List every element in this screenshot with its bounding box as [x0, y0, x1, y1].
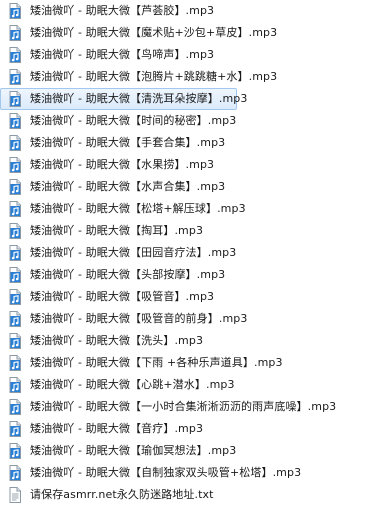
audio-file-icon — [9, 465, 21, 481]
file-row[interactable]: 请保存asmrr.net永久防迷路地址.txt — [0, 484, 367, 506]
file-name: 矮油微吖 - 助眠大微【自制独家双头吸管+松塔】.mp3 — [30, 466, 302, 479]
file-row[interactable]: 矮油微吖 - 助眠大微【掏耳】.mp3 — [0, 220, 367, 242]
audio-file-icon — [9, 47, 21, 63]
file-name: 矮油微吖 - 助眠大微【水声合集】.mp3 — [30, 180, 226, 193]
file-name: 矮油微吖 - 助眠大微【音疗】.mp3 — [30, 422, 204, 435]
audio-file-icon — [9, 91, 21, 107]
file-row[interactable]: 矮油微吖 - 助眠大微【芦荟胶】.mp3 — [0, 0, 367, 22]
file-row[interactable]: 矮油微吖 - 助眠大微【洗头】.mp3 — [0, 330, 367, 352]
audio-file-icon — [9, 69, 21, 85]
audio-file-icon — [9, 157, 21, 173]
file-row[interactable]: 矮油微吖 - 助眠大微【瑜伽冥想法】.mp3 — [0, 440, 367, 462]
file-row[interactable]: 矮油微吖 - 助眠大微【手套合集】.mp3 — [0, 132, 367, 154]
file-name: 矮油微吖 - 助眠大微【吸管音】.mp3 — [30, 290, 215, 303]
file-name: 矮油微吖 - 助眠大微【头部按摩】.mp3 — [30, 268, 226, 281]
file-row[interactable]: 矮油微吖 - 助眠大微【水果捞】.mp3 — [0, 154, 367, 176]
file-name: 矮油微吖 - 助眠大微【下雨 +各种乐声道具】.mp3 — [30, 356, 283, 369]
audio-file-icon — [9, 377, 21, 393]
audio-file-icon — [9, 113, 21, 129]
file-name: 矮油微吖 - 助眠大微【掏耳】.mp3 — [30, 224, 204, 237]
file-name: 矮油微吖 - 助眠大微【泡腾片+跳跳糖+水】.mp3 — [30, 70, 278, 83]
audio-file-icon — [9, 355, 21, 371]
file-list: 矮油微吖 - 助眠大微【芦荟胶】.mp3 矮油微吖 - 助眠大微【魔术贴+沙包+… — [0, 0, 367, 503]
audio-file-icon — [9, 333, 21, 349]
file-row[interactable]: 矮油微吖 - 助眠大微【松塔+解压球】.mp3 — [0, 198, 367, 220]
file-name: 矮油微吖 - 助眠大微【清洗耳朵按摩】.mp3 — [30, 92, 248, 105]
file-row[interactable]: 矮油微吖 - 助眠大微【魔术贴+沙包+草皮】.mp3 — [0, 22, 367, 44]
file-name: 矮油微吖 - 助眠大微【洗头】.mp3 — [30, 334, 204, 347]
file-row[interactable]: 矮油微吖 - 助眠大微【田园音疗法】.mp3 — [0, 242, 367, 264]
file-row[interactable]: 矮油微吖 - 助眠大微【心跳+潜水】.mp3 — [0, 374, 367, 396]
file-name: 矮油微吖 - 助眠大微【水果捞】.mp3 — [30, 158, 215, 171]
audio-file-icon — [9, 245, 21, 261]
audio-file-icon — [9, 267, 21, 283]
audio-file-icon — [9, 289, 21, 305]
file-row[interactable]: 矮油微吖 - 助眠大微【吸管音的前身】.mp3 — [0, 308, 367, 330]
audio-file-icon — [9, 443, 21, 459]
audio-file-icon — [9, 421, 21, 437]
audio-file-icon — [9, 311, 21, 327]
file-name: 请保存asmrr.net永久防迷路地址.txt — [30, 488, 214, 501]
file-name: 矮油微吖 - 助眠大微【时间的秘密】.mp3 — [30, 114, 237, 127]
text-file-icon — [9, 487, 21, 503]
audio-file-icon — [9, 223, 21, 239]
file-name: 矮油微吖 - 助眠大微【心跳+潜水】.mp3 — [30, 378, 235, 391]
audio-file-icon — [9, 201, 21, 217]
file-name: 矮油微吖 - 助眠大微【芦荟胶】.mp3 — [30, 4, 215, 17]
file-row[interactable]: 矮油微吖 - 助眠大微【鸟啼声】.mp3 — [0, 44, 367, 66]
audio-file-icon — [9, 135, 21, 151]
file-name: 矮油微吖 - 助眠大微【田园音疗法】.mp3 — [30, 246, 237, 259]
file-row[interactable]: 矮油微吖 - 助眠大微【头部按摩】.mp3 — [0, 264, 367, 286]
audio-file-icon — [9, 179, 21, 195]
audio-file-icon — [9, 3, 21, 19]
file-row[interactable]: 矮油微吖 - 助眠大微【一小时合集淅淅沥沥的雨声底噪】.mp3 — [0, 396, 367, 418]
file-row[interactable]: 矮油微吖 - 助眠大微【清洗耳朵按摩】.mp3 — [0, 88, 247, 110]
audio-file-icon — [9, 25, 21, 41]
file-row[interactable]: 矮油微吖 - 助眠大微【水声合集】.mp3 — [0, 176, 367, 198]
audio-file-icon — [9, 399, 21, 415]
file-row[interactable]: 矮油微吖 - 助眠大微【音疗】.mp3 — [0, 418, 367, 440]
file-name: 矮油微吖 - 助眠大微【魔术贴+沙包+草皮】.mp3 — [30, 26, 278, 39]
file-name: 矮油微吖 - 助眠大微【吸管音的前身】.mp3 — [30, 312, 248, 325]
file-row[interactable]: 矮油微吖 - 助眠大微【下雨 +各种乐声道具】.mp3 — [0, 352, 367, 374]
file-name: 矮油微吖 - 助眠大微【一小时合集淅淅沥沥的雨声底噪】.mp3 — [30, 400, 337, 413]
file-row[interactable]: 矮油微吖 - 助眠大微【泡腾片+跳跳糖+水】.mp3 — [0, 66, 367, 88]
file-name: 矮油微吖 - 助眠大微【手套合集】.mp3 — [30, 136, 226, 149]
file-row[interactable]: 矮油微吖 - 助眠大微【吸管音】.mp3 — [0, 286, 367, 308]
file-name: 矮油微吖 - 助眠大微【松塔+解压球】.mp3 — [30, 202, 246, 215]
file-name: 矮油微吖 - 助眠大微【瑜伽冥想法】.mp3 — [30, 444, 237, 457]
file-row[interactable]: 矮油微吖 - 助眠大微【时间的秘密】.mp3 — [0, 110, 367, 132]
file-name: 矮油微吖 - 助眠大微【鸟啼声】.mp3 — [30, 48, 215, 61]
